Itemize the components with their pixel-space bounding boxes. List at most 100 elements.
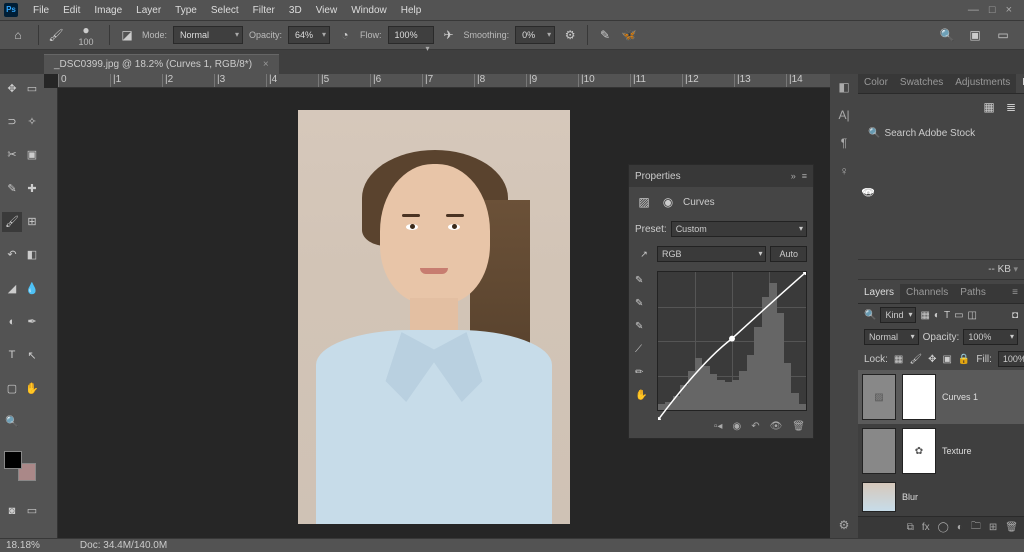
collapse-icon[interactable]: »: [791, 171, 796, 181]
draw-curve-icon[interactable]: ✏: [635, 367, 653, 378]
pen-tool[interactable]: ✒: [22, 312, 42, 332]
rectangle-tool[interactable]: ▢: [2, 378, 22, 398]
clip-to-layer-icon[interactable]: ▫◂: [714, 421, 723, 432]
brush-tool-icon[interactable]: 🖌: [47, 26, 65, 44]
mask-icon[interactable]: ◉: [659, 193, 677, 211]
menu-image[interactable]: Image: [87, 5, 129, 16]
menu-layer[interactable]: Layer: [129, 5, 168, 16]
library-search[interactable]: 🔍 Search Adobe Stock: [864, 126, 1018, 141]
layer-opacity-input[interactable]: 100%: [963, 329, 1018, 345]
foreground-color[interactable]: [4, 451, 22, 469]
new-adjustment-icon[interactable]: ◐: [957, 522, 963, 533]
home-icon[interactable]: ⌂: [6, 23, 30, 47]
eyedropper-gray-icon[interactable]: ✎: [635, 298, 653, 309]
tab-color[interactable]: Color: [858, 74, 894, 93]
pressure-size-icon[interactable]: ✎: [596, 26, 614, 44]
edit-points-icon[interactable]: ⟋: [635, 344, 653, 355]
layer-adjustment-thumb[interactable]: ▨: [862, 374, 896, 420]
marquee-tool[interactable]: ▭: [22, 78, 42, 98]
color-swatches[interactable]: [4, 451, 40, 481]
new-group-icon[interactable]: 🗀: [971, 519, 981, 536]
filter-icon[interactable]: 🔍: [864, 310, 876, 321]
channel-icon[interactable]: ↗: [635, 245, 653, 263]
menu-select[interactable]: Select: [204, 5, 246, 16]
blend-mode-dropdown[interactable]: Normal: [173, 26, 243, 44]
reset-icon[interactable]: ↶: [751, 421, 759, 432]
window-close[interactable]: ×: [1006, 4, 1012, 16]
clone-stamp-tool[interactable]: ⊞: [22, 212, 42, 232]
list-view-icon[interactable]: ≣: [1002, 98, 1020, 116]
lock-position-icon[interactable]: ✥: [928, 354, 936, 365]
ruler-horizontal[interactable]: 0|1|2|3|4|5|6|7|8|9|10|11|12|13|14: [58, 74, 830, 88]
crop-tool[interactable]: ✂: [2, 145, 22, 165]
workspace-icon[interactable]: ▭: [994, 26, 1012, 44]
tab-layers[interactable]: Layers: [858, 284, 900, 303]
layer-fill-input[interactable]: 100%: [998, 351, 1024, 367]
layers-menu-icon[interactable]: ≡: [1006, 284, 1024, 303]
lasso-tool[interactable]: ⊃: [2, 111, 22, 131]
settings-gear-icon[interactable]: ⚙: [561, 26, 579, 44]
layer-name[interactable]: Blur: [902, 492, 918, 502]
delete-layer-icon[interactable]: 🗑: [1005, 522, 1018, 533]
window-minimize[interactable]: —: [968, 4, 979, 16]
ruler-vertical[interactable]: [44, 88, 58, 538]
panel-menu-icon[interactable]: ≡: [802, 171, 807, 181]
layer-thumb[interactable]: [862, 482, 896, 512]
menu-3d[interactable]: 3D: [282, 5, 309, 16]
move-tool[interactable]: ✥: [2, 78, 22, 98]
lock-pixels-icon[interactable]: 🖌: [909, 354, 922, 365]
layer-mask-add-icon[interactable]: ◯: [938, 522, 949, 533]
doc-size[interactable]: Doc: 34.4M/140.0M: [80, 540, 167, 551]
view-previous-icon[interactable]: ◉: [732, 421, 741, 432]
share-icon[interactable]: ▣: [966, 26, 984, 44]
paragraph-panel-icon[interactable]: ¶: [841, 136, 847, 150]
character-panel-icon[interactable]: A|: [838, 108, 849, 122]
airbrush-icon[interactable]: ✈: [440, 26, 458, 44]
lock-artboard-icon[interactable]: ▣: [942, 354, 951, 365]
history-panel-icon[interactable]: ◧: [838, 80, 849, 94]
layer-row[interactable]: 👁 ✿ Texture: [858, 424, 1024, 478]
layer-name[interactable]: Curves 1: [942, 392, 978, 402]
tab-libraries[interactable]: Libraries: [1016, 74, 1024, 93]
dodge-tool[interactable]: ◐: [2, 312, 22, 332]
search-icon[interactable]: 🔍: [938, 26, 956, 44]
brush-settings-icon[interactable]: ◪: [118, 26, 136, 44]
screen-mode-tool[interactable]: ▭: [22, 501, 42, 521]
toggle-visibility-icon[interactable]: 👁: [770, 421, 783, 432]
menu-type[interactable]: Type: [168, 5, 204, 16]
filter-pixel-icon[interactable]: ▦: [920, 310, 929, 321]
link-layers-icon[interactable]: ⧉: [907, 522, 914, 533]
flow-input[interactable]: 100%: [388, 26, 434, 44]
layer-thumb[interactable]: [862, 428, 896, 474]
brush-tool[interactable]: 🖌: [2, 212, 22, 232]
new-layer-icon[interactable]: ⊞: [989, 522, 997, 533]
filter-kind-dropdown[interactable]: Kind: [880, 307, 916, 323]
gradient-tool[interactable]: ◢: [2, 278, 22, 298]
path-selection-tool[interactable]: ↖: [22, 345, 42, 365]
preset-dropdown[interactable]: Custom: [671, 221, 807, 237]
layer-name[interactable]: Texture: [942, 446, 972, 456]
lock-all-icon[interactable]: 🔒: [958, 354, 970, 365]
hand-icon[interactable]: ✋: [635, 390, 653, 401]
history-brush-tool[interactable]: ↶: [2, 245, 22, 265]
window-maximize[interactable]: □: [989, 4, 996, 16]
filter-shape-icon[interactable]: ▭: [954, 310, 963, 321]
symmetry-icon[interactable]: 🦋: [620, 26, 638, 44]
channel-dropdown[interactable]: RGB: [657, 246, 766, 262]
curves-graph[interactable]: [657, 271, 807, 411]
properties-panel-icon[interactable]: ⚙: [839, 518, 850, 532]
layer-mask-thumb[interactable]: [902, 374, 936, 420]
menu-view[interactable]: View: [309, 5, 345, 16]
grid-view-icon[interactable]: ▦: [980, 98, 998, 116]
zoom-tool[interactable]: 🔍: [2, 412, 22, 432]
hand-tool[interactable]: ✋: [22, 378, 42, 398]
menu-file[interactable]: File: [26, 5, 56, 16]
smoothing-input[interactable]: 0%: [515, 26, 555, 44]
filter-type-icon[interactable]: T: [944, 310, 950, 321]
opacity-input[interactable]: 64%: [288, 26, 330, 44]
menu-edit[interactable]: Edit: [56, 5, 87, 16]
eyedropper-white-icon[interactable]: ✎: [635, 321, 653, 332]
tab-close-icon[interactable]: ×: [263, 59, 269, 70]
layer-row[interactable]: 👁 ▨ Curves 1: [858, 370, 1024, 424]
zoom-level[interactable]: 18.18%: [6, 540, 40, 551]
